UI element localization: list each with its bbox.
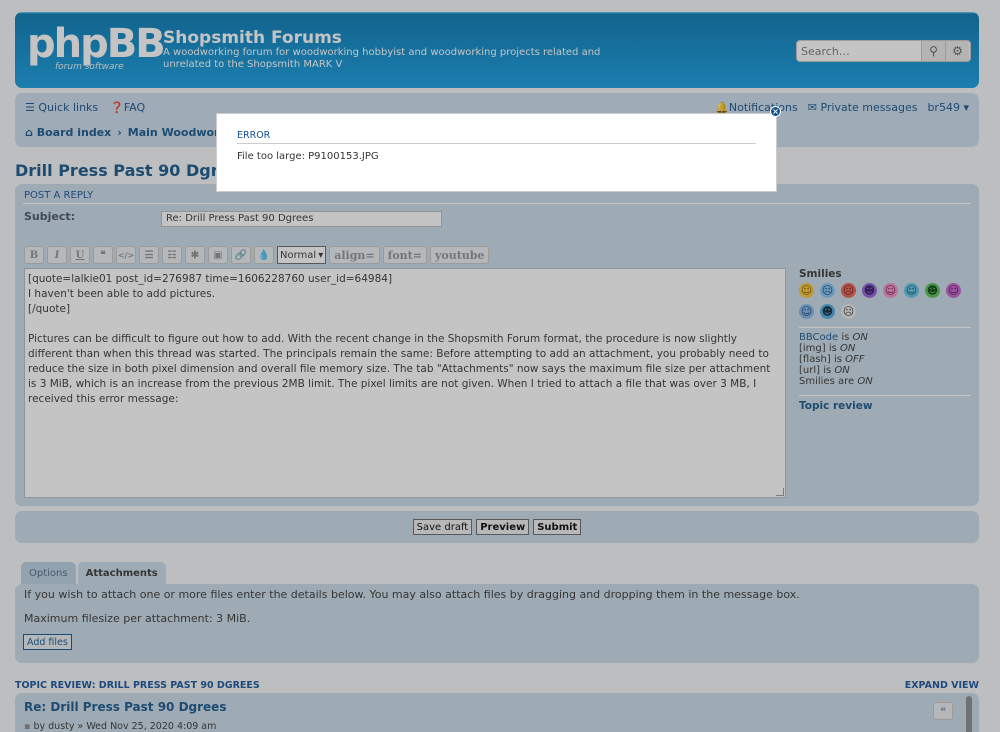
error-dialog: ERROR File too large: P9100153.JPG — [216, 113, 777, 192]
error-message: File too large: P9100153.JPG — [237, 151, 379, 162]
divider — [237, 143, 756, 144]
modal-overlay[interactable] — [0, 0, 1000, 732]
error-title: ERROR — [237, 130, 271, 141]
close-icon[interactable]: × — [770, 106, 781, 117]
